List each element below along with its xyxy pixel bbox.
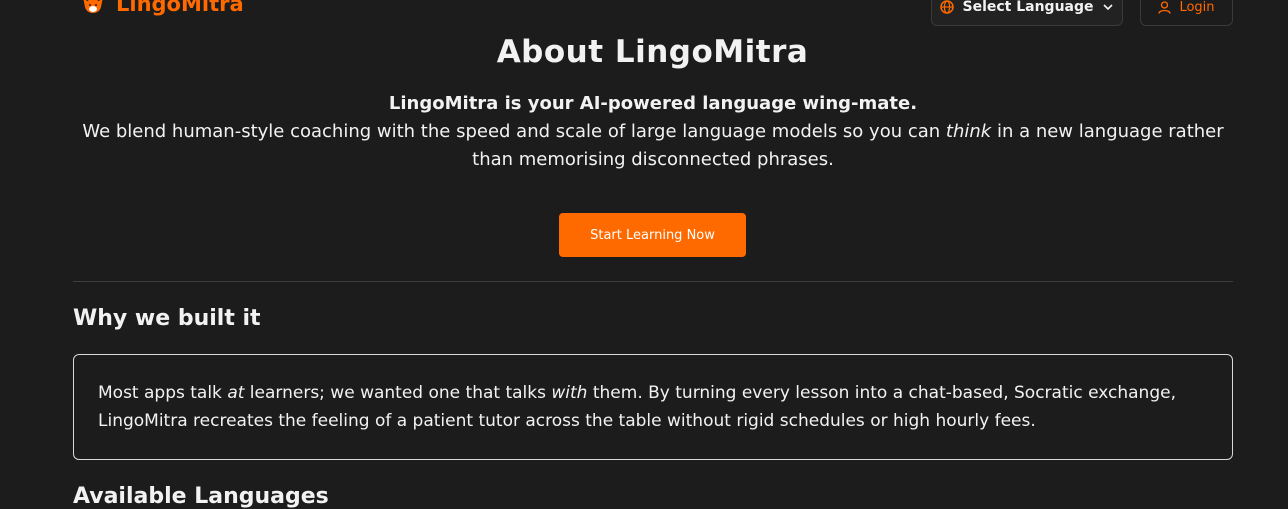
intro-body-part: We blend human-style coaching with the s… xyxy=(82,121,946,142)
why-text-emphasis: at xyxy=(227,383,245,403)
why-text-part: Most apps talk xyxy=(98,383,228,403)
why-text-part: learners; we wanted one that talks xyxy=(244,383,552,403)
brand-name: LingoMitra xyxy=(116,0,244,16)
select-language-label: Select Language xyxy=(962,0,1094,15)
start-learning-button[interactable]: Start Learning Now xyxy=(559,213,746,257)
why-text: Most apps talk at learners; we wanted on… xyxy=(98,379,1208,435)
fox-logo-icon xyxy=(83,0,103,13)
chevron-down-icon xyxy=(1102,4,1113,11)
page-title: About LingoMitra xyxy=(496,34,809,70)
user-icon xyxy=(1158,0,1172,14)
intro-lead: LingoMitra is your AI-powered language w… xyxy=(388,93,918,114)
globe-icon xyxy=(940,0,955,14)
intro-body-emphasis: think xyxy=(945,121,992,142)
select-language-button[interactable]: Select Language xyxy=(931,0,1123,26)
brand-home-link[interactable]: LingoMitra xyxy=(80,0,244,17)
top-navbar: LingoMitra Select Language Login xyxy=(0,0,1288,30)
login-label: Login xyxy=(1179,0,1215,15)
intro-text: LingoMitra is your AI-powered language w… xyxy=(73,90,1233,174)
why-heading: Why we built it xyxy=(73,306,261,331)
languages-heading: Available Languages xyxy=(73,484,329,509)
why-card: Most apps talk at learners; we wanted on… xyxy=(73,354,1233,460)
login-button[interactable]: Login xyxy=(1140,0,1233,26)
section-divider xyxy=(73,281,1233,282)
why-text-emphasis: with xyxy=(551,383,588,403)
intro-body: We blend human-style coaching with the s… xyxy=(73,118,1233,174)
